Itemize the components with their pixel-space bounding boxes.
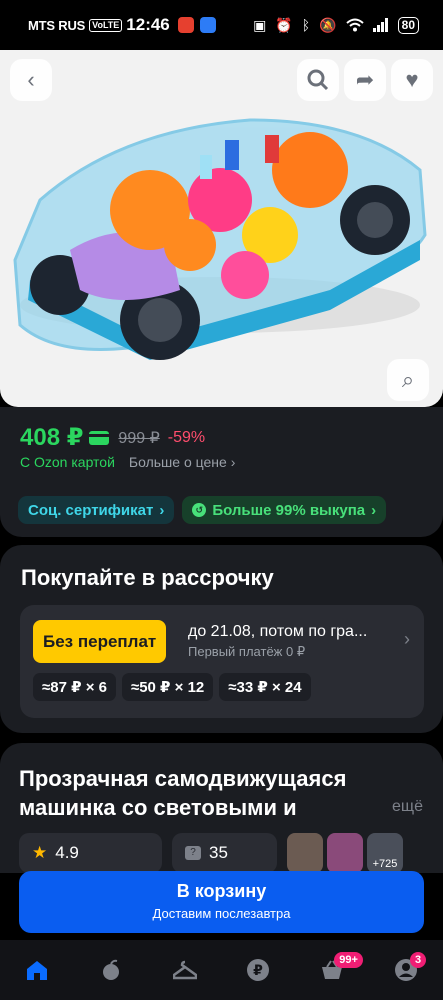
nav-fresh[interactable] <box>91 950 131 990</box>
alarm-icon: ⏰ <box>275 16 293 33</box>
chevron-left-icon: ‹ <box>27 67 35 92</box>
return-icon: ↺ <box>192 503 207 517</box>
image-search-icon: ⌕ <box>401 367 415 392</box>
add-to-cart-button[interactable]: В корзину Доставим послезавтра <box>19 871 424 933</box>
status-bar: MTS RUS VoLTE 12:46 ▣ ⏰ ᛒ 🔕 80 <box>0 0 443 50</box>
nav-home[interactable] <box>17 950 57 990</box>
signal-icon <box>372 18 388 32</box>
expand-title-link[interactable]: ещё <box>392 798 423 816</box>
back-button[interactable]: ‹ <box>10 59 52 101</box>
share-icon: ➦ <box>355 67 375 92</box>
questions-count: 35 <box>209 843 228 862</box>
social-certificate-chip[interactable]: Соц. сертификат › <box>18 496 175 524</box>
installment-plans: ≈87 ₽ × 6 ≈50 ₽ × 12 ≈33 ₽ × 24 <box>33 673 311 701</box>
bottom-navigation: ₽ 99+ 3 <box>0 940 443 1000</box>
nfc-icon: ▣ <box>253 16 267 33</box>
review-photo[interactable] <box>287 833 323 873</box>
installment-terms: до 21.08, потом по гра... <box>188 623 368 640</box>
badges-row: Соц. сертификат › ↺ Больше 99% выкупа › <box>18 496 387 524</box>
chevron-right-icon: › <box>371 501 377 519</box>
home-icon <box>26 961 47 980</box>
ozon-card-row: С Ozon картой Больше о цене › <box>20 454 235 470</box>
search-button[interactable] <box>297 59 339 101</box>
ozon-card-label: С Ozon картой <box>20 454 115 470</box>
installment-title: Покупайте в рассрочку <box>21 565 274 590</box>
clock: 12:46 <box>126 15 170 34</box>
plan-option[interactable]: ≈33 ₽ × 24 <box>219 673 311 701</box>
rating-chip[interactable]: ★ 4.9 <box>19 833 162 873</box>
nav-finance[interactable]: ₽ <box>238 950 278 990</box>
nav-cart[interactable]: 99+ <box>312 950 363 990</box>
find-similar-button[interactable]: ⌕ <box>387 359 429 401</box>
wifi-icon <box>345 18 364 32</box>
review-photos[interactable]: +725 <box>287 833 403 873</box>
nav-clothes[interactable] <box>165 950 205 990</box>
installment-section: Покупайте в рассрочку Без переплат до 21… <box>0 545 443 733</box>
product-photo <box>13 118 427 360</box>
buyout-rate-chip[interactable]: ↺ Больше 99% выкупа › <box>182 496 387 524</box>
favorite-button[interactable]: ♥ <box>391 59 433 101</box>
search-icon <box>307 69 329 91</box>
notification-app-icon <box>199 17 216 33</box>
rating-value: 4.9 <box>55 843 79 862</box>
plan-option[interactable]: ≈50 ₽ × 12 <box>121 673 214 701</box>
bluetooth-icon: ᛒ <box>301 17 311 33</box>
question-icon: ? <box>185 846 201 860</box>
add-to-cart-label: В корзину <box>176 881 267 901</box>
old-price: 999 ₽ <box>118 429 160 447</box>
no-overpayment-badge: Без переплат <box>33 620 167 663</box>
product-info-section: Прозрачная самодвижущаяся машинка со све… <box>0 743 443 873</box>
battery-indicator: 80 <box>397 16 419 34</box>
questions-chip[interactable]: ? 35 <box>172 833 277 873</box>
chevron-right-icon: › <box>230 454 236 470</box>
star-icon: ★ <box>32 843 48 862</box>
product-image-gallery[interactable]: ‹ ➦ ♥ ⌕ <box>0 50 443 407</box>
finance-icon: ₽ <box>247 959 270 981</box>
cart-badge: 99+ <box>334 952 363 968</box>
chevron-right-icon: › <box>159 501 165 519</box>
price-section: 408 ₽ 999 ₽ -59% С Ozon картой Больше о … <box>0 407 443 537</box>
more-photos-thumb[interactable]: +725 <box>367 833 403 873</box>
review-photo[interactable] <box>327 833 363 873</box>
mute-icon: 🔕 <box>319 16 337 33</box>
nav-profile[interactable]: 3 <box>386 950 427 990</box>
notification-app-icon <box>177 17 194 33</box>
svg-text:₽: ₽ <box>254 963 264 979</box>
chevron-right-icon: › <box>404 629 410 649</box>
clothes-icon <box>172 960 197 980</box>
discount-percent: -59% <box>167 428 206 446</box>
price-row: 408 ₽ 999 ₽ -59% <box>20 423 205 452</box>
profile-badge: 3 <box>410 952 427 968</box>
share-button[interactable]: ➦ <box>344 59 386 101</box>
more-about-price-link[interactable]: Больше о цене › <box>129 454 235 470</box>
plan-option[interactable]: ≈87 ₽ × 6 <box>33 673 116 701</box>
first-payment: Первый платёж 0 ₽ <box>188 644 306 659</box>
ozon-card-icon <box>89 430 110 445</box>
current-price: 408 ₽ <box>20 424 84 451</box>
carrier-name: MTS RUS <box>28 17 86 33</box>
volte-icon: VoLTE <box>89 18 123 32</box>
heart-icon: ♥ <box>405 67 419 92</box>
delivery-estimate: Доставим послезавтра <box>152 906 291 921</box>
product-title: Прозрачная самодвижущаяся машинка со све… <box>19 766 347 820</box>
fresh-icon <box>102 959 119 980</box>
status-icons: ▣ ⏰ ᛒ 🔕 80 <box>253 16 419 34</box>
installment-card[interactable]: Без переплат до 21.08, потом по гра... П… <box>20 605 424 718</box>
